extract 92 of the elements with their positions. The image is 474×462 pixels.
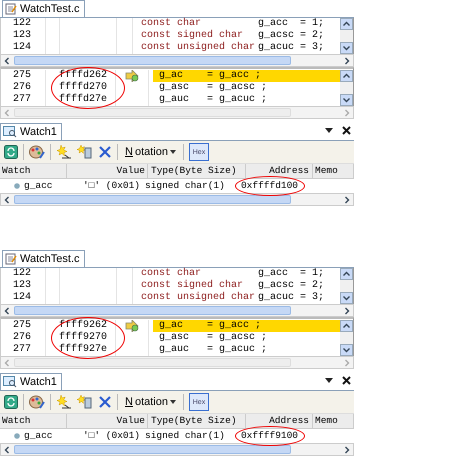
- code-address: ffff9270: [46, 332, 116, 344]
- current-line-arrow-icon: [125, 70, 139, 82]
- code-text: g_auc = g_acuc ;: [158, 94, 268, 106]
- code-type: const signed char: [140, 30, 244, 42]
- line-number: 276: [1, 82, 46, 94]
- vertical-scrollbar[interactable]: [340, 320, 353, 356]
- watch-value: '□' (0x01): [82, 429, 141, 443]
- code-text: g_ac = g_acc ;: [153, 70, 340, 82]
- scroll-up-icon[interactable]: [340, 18, 353, 30]
- vertical-scrollbar[interactable]: [340, 70, 353, 106]
- magnifier-icon: [3, 376, 17, 388]
- code-type: const unsigned char: [140, 42, 256, 54]
- code-text: g_asc = g_acsc ;: [158, 332, 268, 344]
- vertical-scrollbar[interactable]: [340, 18, 353, 54]
- line-number: 122: [1, 18, 46, 30]
- code-text: g_acsc = 2;: [258, 30, 324, 42]
- dropdown-icon[interactable]: [325, 378, 333, 383]
- column-header[interactable]: Type(Byte Size): [148, 164, 246, 178]
- line-number: 122: [1, 268, 46, 280]
- scroll-up-icon[interactable]: [340, 320, 353, 332]
- refresh-icon[interactable]: [4, 145, 18, 159]
- column-header[interactable]: Address: [246, 414, 313, 428]
- watch-value: '□' (0x01): [82, 179, 141, 193]
- watch-type: signed char(1): [144, 429, 226, 443]
- code-text: g_auc = g_acuc ;: [158, 344, 268, 356]
- file-icon: [5, 3, 17, 15]
- code-text: g_acsc = 2;: [258, 280, 324, 292]
- scroll-down-icon[interactable]: [340, 94, 353, 106]
- code-address: ffffd270: [46, 82, 116, 94]
- code-text: g_acc = 1;: [258, 268, 324, 280]
- scroll-up-icon[interactable]: [340, 268, 353, 280]
- code-type: const unsigned char: [140, 292, 256, 304]
- current-line-arrow-icon: [125, 320, 139, 332]
- line-number: 276: [1, 332, 46, 344]
- column-header[interactable]: Address: [246, 164, 313, 178]
- column-header[interactable]: Value: [67, 414, 148, 428]
- vertical-scrollbar[interactable]: [340, 268, 353, 304]
- editor-tab[interactable]: WatchTest.c: [2, 250, 84, 267]
- variable-dot-icon: [14, 433, 20, 439]
- delete-icon[interactable]: [98, 145, 112, 159]
- close-icon[interactable]: [342, 376, 351, 385]
- code-address: ffffd262: [46, 70, 116, 82]
- palette-icon[interactable]: [29, 145, 45, 159]
- add-watch-icon[interactable]: [56, 395, 72, 409]
- palette-icon[interactable]: [29, 395, 45, 409]
- dropdown-icon[interactable]: [325, 128, 333, 133]
- horizontal-scrollbar[interactable]: [0, 54, 354, 67]
- caret-icon: [170, 400, 176, 404]
- code-type: const char: [140, 18, 202, 30]
- caret-icon: [170, 150, 176, 154]
- editor-tab[interactable]: WatchTest.c: [2, 0, 84, 17]
- column-header[interactable]: Watch: [0, 164, 67, 178]
- scroll-down-icon[interactable]: [340, 292, 353, 304]
- code-text: g_acc = 1;: [258, 18, 324, 30]
- column-header[interactable]: Value: [67, 164, 148, 178]
- code-type: const char: [140, 268, 202, 280]
- line-number: 123: [1, 30, 46, 42]
- watch-name: g_acc: [24, 179, 53, 193]
- scroll-down-icon[interactable]: [340, 344, 353, 356]
- watch-tab[interactable]: Watch1: [0, 373, 62, 390]
- scroll-up-icon[interactable]: [340, 70, 353, 82]
- magnifier-icon: [3, 126, 17, 138]
- watch-address: 0xffffd100: [240, 180, 298, 191]
- scroll-down-icon[interactable]: [340, 42, 353, 54]
- code-address: ffff9262: [46, 320, 116, 332]
- horizontal-scrollbar[interactable]: [0, 304, 354, 317]
- code-text: g_ac = g_acc ;: [153, 320, 340, 332]
- variable-dot-icon: [14, 183, 20, 189]
- line-number: 275: [1, 320, 46, 332]
- code-text: g_acuc = 3;: [258, 292, 324, 304]
- column-header[interactable]: Watch: [0, 414, 67, 428]
- close-icon[interactable]: [342, 126, 351, 135]
- column-header[interactable]: Type(Byte Size): [148, 414, 246, 428]
- line-number: 275: [1, 70, 46, 82]
- horizontal-scrollbar[interactable]: [0, 193, 354, 206]
- star-document-icon[interactable]: [77, 145, 93, 159]
- code-text: g_acuc = 3;: [258, 42, 324, 54]
- watch-tab[interactable]: Watch1: [0, 123, 62, 140]
- add-watch-icon[interactable]: [56, 145, 72, 159]
- file-icon: [5, 253, 17, 265]
- column-header[interactable]: Memo: [313, 414, 354, 428]
- refresh-icon[interactable]: [4, 395, 18, 409]
- star-document-icon[interactable]: [77, 395, 93, 409]
- column-header[interactable]: Memo: [313, 164, 354, 178]
- watch-name: g_acc: [24, 429, 53, 443]
- line-number: 123: [1, 280, 46, 292]
- watch-type: signed char(1): [144, 179, 226, 193]
- code-type: const signed char: [140, 280, 244, 292]
- watch-address: 0xffff9100: [240, 430, 298, 441]
- delete-icon[interactable]: [98, 395, 112, 409]
- code-text: g_asc = g_acsc ;: [158, 82, 268, 94]
- horizontal-scrollbar[interactable]: [0, 443, 354, 456]
